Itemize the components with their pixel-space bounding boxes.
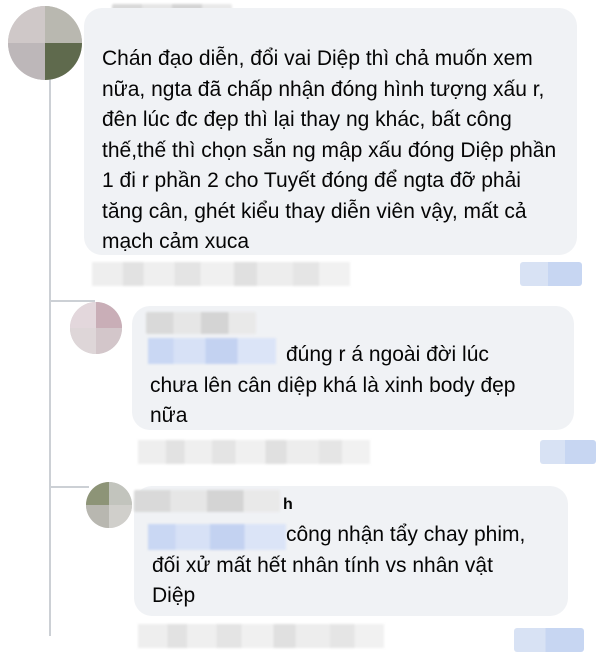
comment-actions-blurred[interactable] (138, 624, 384, 648)
reaction-count-blurred[interactable] (540, 440, 596, 464)
comment-bubble: Chán đạo diễn, đổi vai Diệp thì chả muốn… (84, 8, 577, 255)
reaction-count-blurred[interactable] (520, 262, 582, 286)
comment-bubble: h công nhận tẩy chay phim, đối xử mất hế… (134, 486, 568, 616)
commenter-name-fragment[interactable]: h (283, 496, 293, 514)
thread-line-branch-2 (49, 486, 89, 488)
comment-actions-blurred[interactable] (92, 262, 350, 286)
avatar[interactable] (86, 482, 132, 528)
thread-line-main (49, 64, 51, 636)
comment-bubble: đúng r á ngoài đời lúc chưa lên cân diệp… (132, 306, 574, 430)
comment-actions-blurred[interactable] (138, 440, 370, 464)
comment-text: công nhận tẩy chay phim, đối xử mất hết … (152, 523, 526, 607)
avatar[interactable] (8, 6, 82, 80)
reaction-count-blurred[interactable] (514, 628, 584, 652)
comment-text: Chán đạo diễn, đổi vai Diệp thì chả muốn… (102, 47, 557, 253)
avatar[interactable] (70, 302, 122, 354)
commenter-name-blurred[interactable] (134, 490, 280, 512)
comment-text: đúng r á ngoài đời lúc chưa lên cân diệp… (150, 343, 516, 427)
commenter-name-blurred[interactable] (146, 312, 256, 334)
